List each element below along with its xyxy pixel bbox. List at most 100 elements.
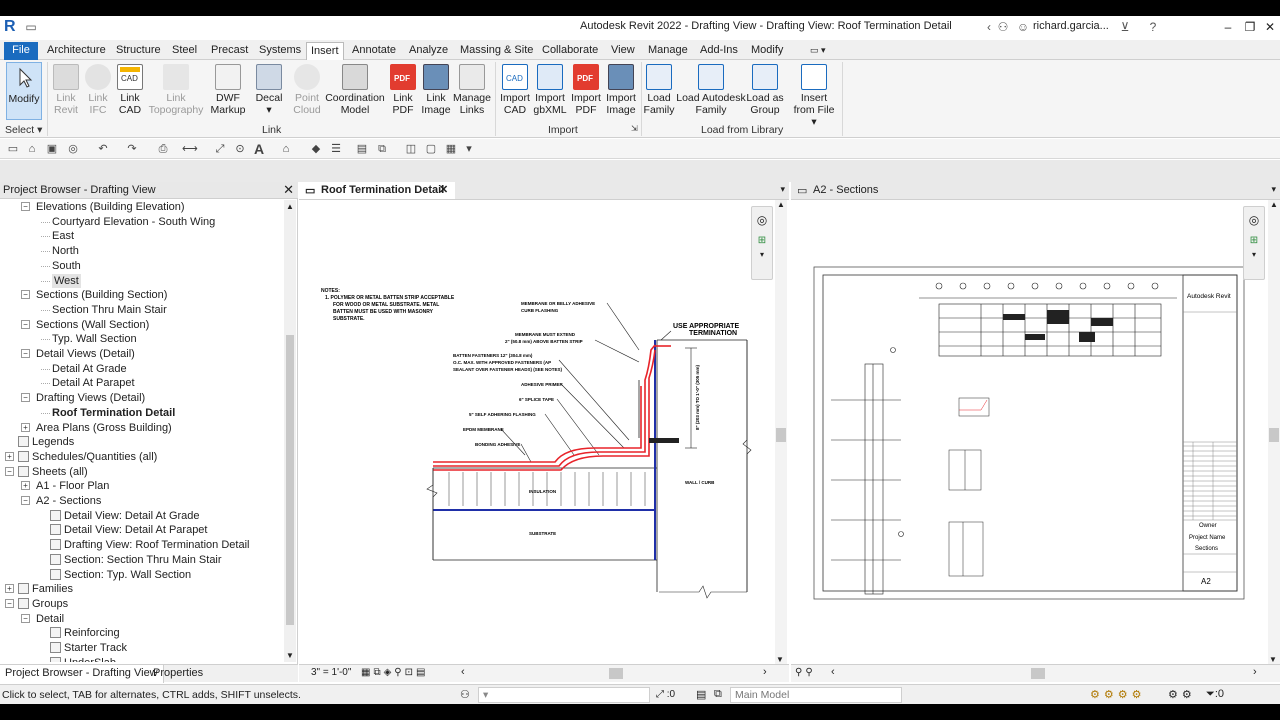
link-cad-button[interactable]: CAD Link CAD bbox=[114, 62, 146, 116]
browser-node[interactable]: West bbox=[52, 273, 81, 288]
browser-node[interactable]: A2 - Sections bbox=[36, 494, 101, 508]
collapse-icon[interactable]: − bbox=[21, 349, 30, 358]
design-options-dropdown[interactable]: Main Model bbox=[730, 687, 902, 703]
expand-icon[interactable]: + bbox=[5, 584, 14, 594]
dimension-icon[interactable]: ⤢ bbox=[213, 142, 227, 156]
load-autodesk-family-button[interactable]: Load Autodesk Family bbox=[676, 62, 746, 116]
workset-icon[interactable]: ⚇ bbox=[460, 688, 470, 701]
back-icon[interactable]: ‹ bbox=[982, 20, 996, 34]
browser-node[interactable]: Section Thru Main Stair bbox=[52, 303, 167, 317]
browser-node[interactable]: Legends bbox=[32, 435, 74, 449]
browser-node[interactable]: Sections (Wall Section) bbox=[36, 318, 149, 332]
import-panel-expand-icon[interactable]: ⇲ bbox=[631, 124, 638, 133]
collapse-icon[interactable]: − bbox=[21, 319, 30, 329]
steering-wheel-icon[interactable]: ◎ bbox=[1244, 213, 1264, 227]
import-cad-button[interactable]: CAD Import CAD bbox=[498, 62, 532, 116]
browser-node[interactable]: Detail View: Detail At Grade bbox=[64, 509, 200, 523]
tab-insert[interactable]: Insert bbox=[306, 42, 344, 60]
window-icon[interactable]: ▢ bbox=[424, 142, 438, 156]
link-topography-button[interactable]: Link Topography bbox=[148, 62, 204, 116]
scroll-down-icon[interactable]: ▼ bbox=[1269, 655, 1277, 664]
tab-architecture[interactable]: Architecture bbox=[43, 42, 110, 60]
collapse-icon[interactable]: − bbox=[21, 202, 30, 211]
import-gbxml-button[interactable]: Import gbXML bbox=[532, 62, 568, 116]
link-ifc-button[interactable]: Link IFC bbox=[84, 62, 112, 116]
design-option-icon[interactable]: ▤ bbox=[696, 688, 706, 701]
tile-icon[interactable]: ◫ bbox=[404, 142, 418, 156]
close-icon[interactable]: ✕ bbox=[283, 183, 294, 197]
scroll-right-icon[interactable]: › bbox=[763, 666, 767, 678]
filter-icon[interactable]: ⏷:0 bbox=[1206, 688, 1224, 701]
import-image-button[interactable]: Import Image bbox=[603, 62, 639, 116]
view-control-icons[interactable]: ⚲⚲ bbox=[795, 667, 816, 678]
tab-precast[interactable]: Precast bbox=[207, 42, 252, 60]
browser-node[interactable]: Detail View: Detail At Parapet bbox=[64, 523, 207, 537]
scroll-down-icon[interactable]: ▼ bbox=[286, 651, 294, 660]
selection-toggle-icons[interactable]: ⚙⚙⚙⚙ bbox=[1090, 688, 1145, 701]
save-icon[interactable]: ▣ bbox=[45, 142, 59, 156]
view-vertical-scrollbar[interactable]: ▲ ▼ bbox=[775, 200, 787, 664]
browser-node[interactable]: Reinforcing bbox=[64, 626, 120, 640]
tab-view[interactable]: View bbox=[607, 42, 639, 60]
expand-icon[interactable]: + bbox=[21, 481, 30, 491]
manage-links-button[interactable]: Manage Links bbox=[452, 62, 492, 116]
load-as-group-button[interactable]: Load as Group bbox=[746, 62, 784, 116]
decal-button[interactable]: Decal ▾ bbox=[252, 62, 286, 116]
browser-node[interactable]: Sections (Building Section) bbox=[36, 288, 167, 302]
close-hidden-icon[interactable]: ▤ bbox=[355, 142, 369, 156]
scroll-right-icon[interactable]: › bbox=[1253, 666, 1257, 678]
collapse-icon[interactable]: − bbox=[21, 393, 30, 403]
coordination-model-button[interactable]: Coordination Model bbox=[324, 62, 386, 116]
select-dropdown[interactable]: Select ▾ bbox=[5, 124, 42, 136]
browser-node[interactable]: Area Plans (Gross Building) bbox=[36, 421, 172, 435]
browser-node[interactable]: Detail bbox=[36, 612, 64, 626]
browser-node[interactable]: East bbox=[52, 229, 74, 243]
browser-node[interactable]: Detail Views (Detail) bbox=[36, 347, 135, 361]
close-icon[interactable]: ✕ bbox=[439, 182, 448, 198]
user-name[interactable]: richard.garcia... bbox=[1033, 20, 1109, 32]
section-icon[interactable]: ◆ bbox=[309, 142, 323, 156]
browser-node[interactable]: A1 - Floor Plan bbox=[36, 479, 109, 493]
browser-node[interactable]: Courtyard Elevation - South Wing bbox=[52, 215, 215, 229]
view-scale[interactable]: 3" = 1'-0" bbox=[311, 667, 351, 678]
tab-steel[interactable]: Steel bbox=[168, 42, 201, 60]
scroll-left-icon[interactable]: ‹ bbox=[831, 666, 835, 678]
browser-node[interactable]: Drafting View: Roof Termination Detail bbox=[64, 538, 249, 552]
binoculars-icon[interactable]: ⚇ bbox=[996, 20, 1010, 34]
detail-drawing[interactable]: NOTES: 1. POLYMER OR METAL BATTEN STRIP … bbox=[299, 200, 775, 662]
view-control-icons[interactable]: ▦⧉◈⚲⊡▤ bbox=[361, 667, 428, 678]
options-icon[interactable]: ⧉ bbox=[714, 688, 722, 701]
tag-icon[interactable]: ⊙ bbox=[233, 142, 247, 156]
browser-node[interactable]: Elevations (Building Elevation) bbox=[36, 200, 185, 214]
view-tab-roof-termination[interactable]: ▭ Roof Termination Detail ✕ bbox=[299, 182, 455, 199]
load-family-button[interactable]: Load Family bbox=[643, 62, 675, 116]
scroll-left-icon[interactable]: ‹ bbox=[461, 666, 465, 678]
browser-node[interactable]: North bbox=[52, 244, 79, 258]
browser-node[interactable]: Groups bbox=[32, 597, 68, 611]
scroll-up-icon[interactable]: ▲ bbox=[286, 202, 294, 211]
browser-node[interactable]: Roof Termination Detail bbox=[52, 406, 175, 420]
scroll-up-icon[interactable]: ▲ bbox=[1268, 200, 1280, 209]
browser-scroll-thumb[interactable] bbox=[286, 335, 294, 625]
window-menu-icon[interactable]: ▭ bbox=[24, 20, 38, 34]
help-icon[interactable]: ? bbox=[1146, 20, 1160, 34]
open-icon[interactable]: ⌂ bbox=[25, 142, 39, 156]
redo-icon[interactable]: ↷ bbox=[125, 142, 139, 156]
link-revit-button[interactable]: Link Revit bbox=[50, 62, 82, 116]
switch-windows-icon[interactable]: ⧉ bbox=[375, 142, 389, 156]
browser-node[interactable]: Section: Section Thru Main Stair bbox=[64, 553, 222, 567]
collapse-icon[interactable]: − bbox=[5, 466, 14, 476]
scroll-thumb[interactable] bbox=[1269, 428, 1279, 442]
browser-node[interactable]: Section: Typ. Wall Section bbox=[64, 568, 191, 582]
tab-overflow-icon[interactable]: ▭ ▾ bbox=[806, 42, 830, 60]
navigation-bar[interactable]: ◎ ⊞ ▾ bbox=[751, 206, 773, 280]
view-dropdown-icon[interactable]: ▾ bbox=[1271, 184, 1276, 195]
collapse-icon[interactable]: − bbox=[21, 290, 30, 300]
workset-dropdown[interactable]: ▾ bbox=[478, 687, 650, 703]
customize-icon[interactable]: ▦ bbox=[444, 142, 458, 156]
link-image-button[interactable]: Link Image bbox=[420, 62, 452, 116]
browser-node[interactable]: Families bbox=[32, 582, 73, 596]
collapse-icon[interactable]: − bbox=[21, 613, 30, 623]
view-tab-a2-sections[interactable]: ▭ A2 - Sections bbox=[791, 182, 901, 199]
link-pdf-button[interactable]: PDF Link PDF bbox=[388, 62, 418, 116]
